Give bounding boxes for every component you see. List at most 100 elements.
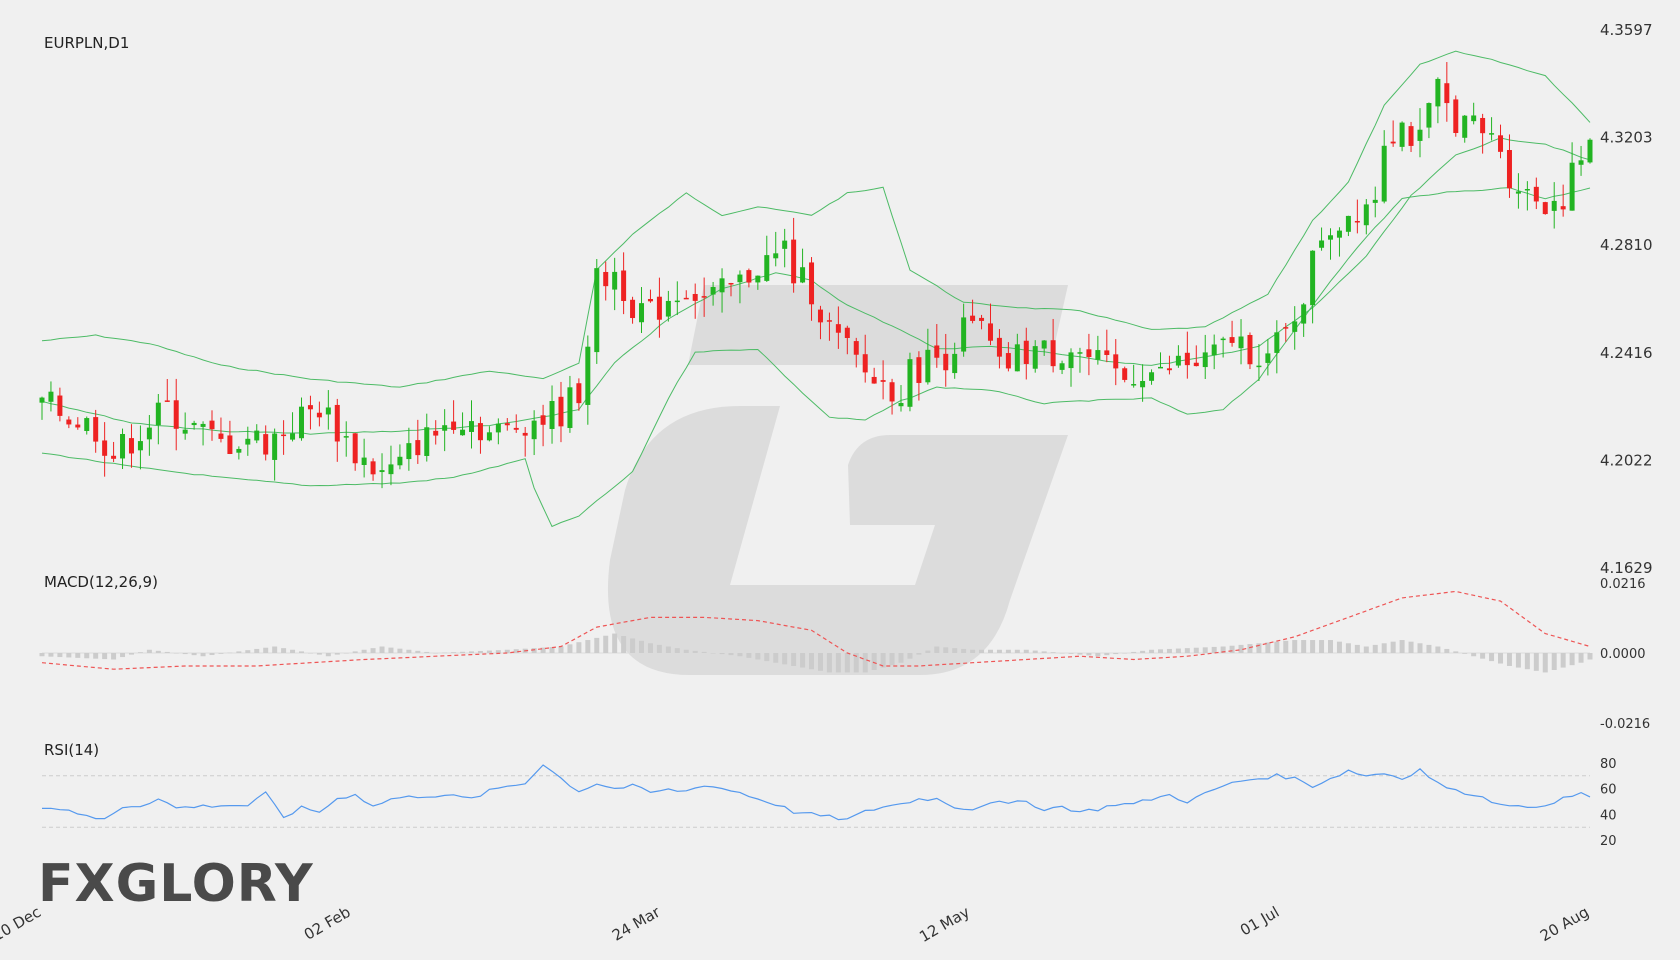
candle xyxy=(1372,186,1378,218)
candle xyxy=(531,410,537,456)
candle-body xyxy=(406,443,412,460)
candle-body xyxy=(943,353,949,371)
macd-histogram-bar xyxy=(460,651,466,653)
candle xyxy=(325,390,331,430)
candle-body xyxy=(674,300,680,303)
candle-body xyxy=(1140,380,1146,388)
candle-body xyxy=(1131,384,1137,386)
candle-body xyxy=(809,262,815,305)
candle-body xyxy=(1023,340,1029,364)
candle-body xyxy=(66,419,72,425)
macd-histogram-bar xyxy=(415,650,421,653)
candle xyxy=(236,446,242,460)
candle-body xyxy=(254,430,260,441)
macd-histogram-bar xyxy=(943,647,949,653)
macd-histogram-bar xyxy=(1166,648,1172,653)
candle-body xyxy=(835,324,841,333)
candle xyxy=(576,378,582,411)
candle xyxy=(218,417,224,443)
candle-body xyxy=(120,433,126,459)
candle xyxy=(567,375,573,433)
candle-body xyxy=(1113,354,1119,369)
candle-body xyxy=(1426,103,1432,128)
macd-histogram-bar xyxy=(325,653,331,657)
macd-histogram-bar xyxy=(1381,643,1387,653)
candle xyxy=(137,425,143,470)
macd-histogram-bar xyxy=(1014,649,1020,653)
candle xyxy=(75,417,81,430)
candle xyxy=(1310,250,1316,324)
macd-histogram-bar xyxy=(1426,644,1432,653)
candle-body xyxy=(218,433,224,439)
candle xyxy=(1175,345,1181,368)
macd-histogram-bar xyxy=(406,649,412,653)
candle xyxy=(1104,329,1110,363)
candle xyxy=(379,453,385,489)
macd-histogram-bar xyxy=(39,653,45,657)
candle xyxy=(486,426,492,442)
macd-histogram-bar xyxy=(1399,640,1405,653)
macd-histogram-bar xyxy=(674,648,680,653)
candle-body xyxy=(1542,202,1548,215)
macd-histogram-bar xyxy=(173,653,179,654)
candle-body xyxy=(585,346,591,405)
candle-body xyxy=(397,456,403,466)
candle xyxy=(1489,117,1495,141)
candle xyxy=(370,458,376,481)
candle xyxy=(871,367,877,384)
macd-histogram-bar xyxy=(316,653,322,655)
candle xyxy=(451,400,457,434)
candle-body xyxy=(111,455,117,459)
candle xyxy=(746,268,752,288)
candle-body xyxy=(1202,352,1208,368)
candle-body xyxy=(1372,199,1378,203)
candle-body xyxy=(1480,117,1486,134)
macd-histogram-bar xyxy=(57,653,63,658)
macd-histogram-bar xyxy=(397,648,403,653)
candle-body xyxy=(647,298,653,302)
macd-histogram-bar xyxy=(1175,648,1181,653)
candle xyxy=(102,422,108,477)
macd-histogram-bar xyxy=(388,647,394,653)
macd-histogram-bar xyxy=(862,653,868,673)
candle xyxy=(656,277,662,338)
candle xyxy=(460,412,466,436)
candle xyxy=(558,381,564,443)
candle xyxy=(442,409,448,452)
macd-histogram-bar xyxy=(791,653,797,666)
candle-body xyxy=(522,432,528,436)
candle-body xyxy=(612,271,618,290)
candle xyxy=(388,445,394,486)
candle xyxy=(1211,334,1217,370)
macd-histogram-bar xyxy=(137,652,143,653)
candle-body xyxy=(844,327,850,338)
macd-histogram-bar xyxy=(621,635,627,653)
price-tick-label: 4.3597 xyxy=(1600,21,1653,39)
candle xyxy=(477,416,483,454)
candle-body xyxy=(630,299,636,319)
candle-body xyxy=(433,430,439,436)
candle-body xyxy=(1417,129,1423,141)
candle xyxy=(155,394,161,445)
candle-body xyxy=(1345,215,1351,232)
chart-canvas: 4.3597 4.3203 4.2810 4.2416 4.2022 4.1629 EUR… xyxy=(0,21,1653,946)
candle xyxy=(791,217,797,293)
macd-histogram-bar xyxy=(719,653,725,655)
candle-body xyxy=(75,424,81,428)
candle xyxy=(1229,320,1235,347)
candle-body xyxy=(1166,368,1172,371)
macd-histogram-bar xyxy=(639,640,645,653)
candle-body xyxy=(290,433,296,440)
candle-body xyxy=(1059,363,1065,370)
candle-body xyxy=(1157,366,1163,369)
macd-histogram-bar xyxy=(307,653,313,654)
macd-histogram-bar xyxy=(1005,649,1011,653)
candle-body xyxy=(907,359,913,407)
macd-histogram-bar xyxy=(155,650,161,653)
macd-histogram-bar xyxy=(146,649,152,653)
candle xyxy=(683,290,689,300)
candle-body xyxy=(1220,338,1226,341)
macd-histogram-bar xyxy=(835,653,841,673)
macd-histogram-bar xyxy=(1292,640,1298,653)
rsi-panel: 80 60 40 20 xyxy=(41,757,1617,849)
